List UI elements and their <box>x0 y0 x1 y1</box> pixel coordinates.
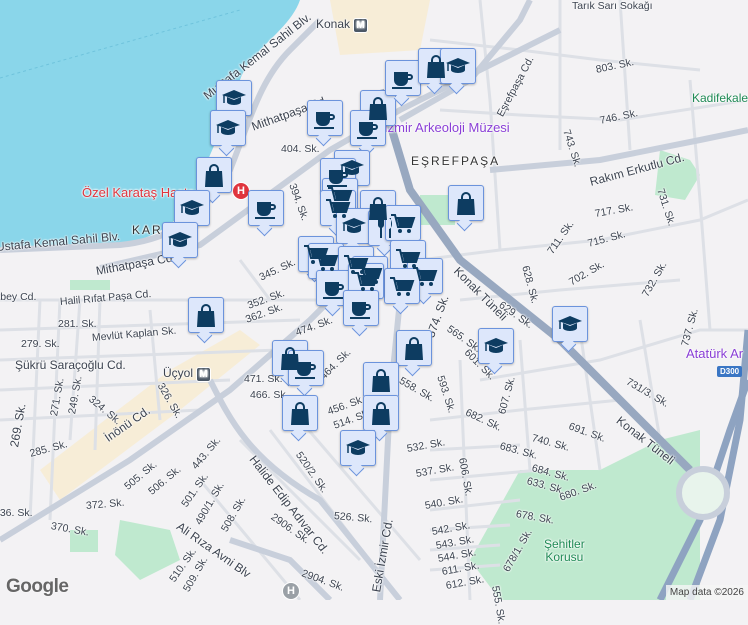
poi-marker-bag[interactable] <box>282 395 318 431</box>
hospital-icon[interactable]: H <box>282 582 300 600</box>
poi-marker-bag[interactable] <box>363 395 399 431</box>
metro-icon[interactable]: M <box>353 18 369 33</box>
poi-marker-bag[interactable] <box>363 362 399 398</box>
poi-marker-cap[interactable] <box>478 328 514 364</box>
street-label: Şükrü Saraçoğlu Cd. <box>15 358 126 372</box>
shopping-bag-icon <box>196 304 216 328</box>
shopping-cart-icon <box>353 272 378 292</box>
poi-marker-cap[interactable] <box>210 110 246 146</box>
poi-marker-cup[interactable] <box>307 100 343 136</box>
graduation-cap-icon <box>483 337 509 354</box>
poi-marker-cart[interactable] <box>348 263 384 299</box>
shopping-cart-icon <box>389 277 414 297</box>
shopping-bag-icon <box>456 192 476 216</box>
place-label-konak: Konak M <box>316 17 369 33</box>
google-logo: Google <box>6 576 69 597</box>
graduation-cap-icon <box>167 231 193 248</box>
poi-marker-cap[interactable] <box>552 306 588 342</box>
poi-marker-cap[interactable] <box>174 190 210 226</box>
metro-icon[interactable]: M <box>196 367 212 382</box>
map-attribution[interactable]: Map data ©2026 <box>665 585 748 600</box>
konak-label: Konak <box>316 17 351 31</box>
shopping-bag-icon <box>204 164 224 188</box>
shopping-cart-icon <box>412 267 437 287</box>
coffee-cup-icon <box>323 282 344 299</box>
poi-marker-cart[interactable] <box>385 205 421 241</box>
poi-marker-cart[interactable] <box>384 268 420 304</box>
poi-marker-cap[interactable] <box>440 48 476 84</box>
street-label: 404. Sk. <box>281 143 320 155</box>
street-label: 336. Sk. <box>0 507 33 519</box>
graduation-cap-icon <box>557 315 583 332</box>
coffee-cup-icon <box>392 72 413 89</box>
shopping-cart-icon <box>390 214 415 234</box>
korusu-label: Korusu <box>545 550 584 564</box>
poi-ataturk[interactable]: Atatürk Ar <box>686 346 743 361</box>
graduation-cap-icon <box>215 119 241 136</box>
poi-marker-cap[interactable] <box>340 430 376 466</box>
graduation-cap-icon <box>445 57 471 74</box>
coffee-cup-icon <box>357 122 378 139</box>
graduation-cap-icon <box>341 217 367 234</box>
street-label: 279. Sk. <box>21 338 60 350</box>
shopping-bag-icon <box>371 369 391 393</box>
poi-marker-bag[interactable] <box>188 297 224 333</box>
poi-sehitler-korusu[interactable]: Şehitler Korusu <box>544 538 585 564</box>
poi-marker-cup[interactable] <box>343 290 379 326</box>
area-label-kar: KAR <box>132 223 163 237</box>
shopping-cart-icon <box>313 252 338 272</box>
shopping-bag-icon <box>371 402 391 426</box>
graduation-cap-icon <box>221 89 247 106</box>
coffee-cup-icon <box>255 202 276 219</box>
poi-marker-cap[interactable] <box>336 208 372 244</box>
street-label: Tarık Sarı Sokağı <box>572 0 653 12</box>
poi-marker-cup[interactable] <box>316 270 352 306</box>
roundabout <box>676 466 730 520</box>
poi-marker-cap[interactable] <box>216 80 252 116</box>
graduation-cap-icon <box>179 199 205 216</box>
place-label-ucyol: Üçyol M <box>163 366 212 382</box>
area-label-esrefpasa: EŞREFPAŞA <box>411 154 501 168</box>
coffee-cup-icon <box>350 302 371 319</box>
poi-marker-cup[interactable] <box>385 60 421 96</box>
street-label: Bitbey Cd. <box>0 291 37 303</box>
poi-marker-bag[interactable] <box>196 157 232 193</box>
poi-marker-cup[interactable] <box>288 350 324 386</box>
poi-marker-bag[interactable] <box>396 330 432 366</box>
street-label: 281. Sk. <box>58 318 97 330</box>
poi-arkeoloji-muzesi[interactable]: İzmir Arkeoloji Müzesi <box>384 120 510 135</box>
coffee-cup-icon <box>314 112 335 129</box>
poi-marker-cap[interactable] <box>162 222 198 258</box>
poi-marker-cup[interactable] <box>248 190 284 226</box>
poi-kadifekale[interactable]: Kadifekale Da <box>692 92 748 105</box>
highway-shield-d300: D300 <box>717 366 743 377</box>
poi-marker-bag[interactable] <box>448 185 484 221</box>
poi-marker-cart[interactable] <box>308 243 344 279</box>
coffee-cup-icon <box>295 362 316 379</box>
shopping-bag-icon <box>290 402 310 426</box>
poi-marker-cup[interactable] <box>350 110 386 146</box>
shopping-bag-icon <box>404 337 424 361</box>
graduation-cap-icon <box>345 439 371 456</box>
ucyol-label: Üçyol <box>163 366 194 380</box>
